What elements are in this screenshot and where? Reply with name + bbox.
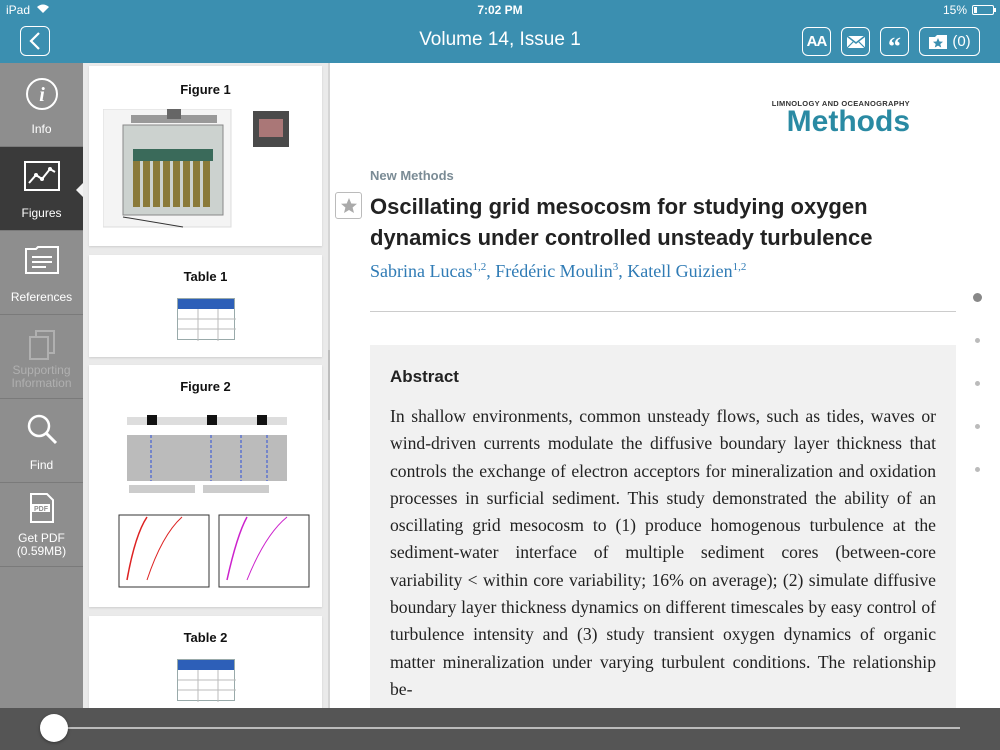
- favorite-button[interactable]: [335, 192, 362, 219]
- abstract-heading: Abstract: [390, 367, 459, 386]
- sidebar-item-label: Supporting Information: [11, 363, 72, 390]
- copy-icon: [28, 330, 55, 360]
- thumbnail-table-2[interactable]: Table 2: [89, 616, 322, 708]
- article-title: Oscillating grid mesocosm for studying o…: [370, 194, 873, 250]
- sidebar-item-get-pdf[interactable]: PDF Get PDF (0.59MB): [0, 483, 83, 567]
- search-icon: [27, 414, 57, 445]
- page-dot[interactable]: [975, 424, 980, 429]
- nav-bar: Volume 14, Issue 1 AA “ (0): [0, 20, 1000, 63]
- info-icon: i: [25, 78, 58, 110]
- scrubber-handle[interactable]: [40, 714, 68, 742]
- battery-fill: [974, 7, 977, 13]
- figure-2-image: [118, 415, 310, 588]
- page-scrubber: [0, 708, 1000, 750]
- sidebar-item-label: Get PDF (0.59MB): [16, 531, 67, 558]
- sidebar-item-label: References: [10, 290, 73, 304]
- sidebar: i Info Figures References Supporting Inf…: [0, 63, 83, 708]
- status-time: 7:02 PM: [477, 3, 523, 17]
- thumbnail-label: Figure 2: [180, 379, 231, 394]
- thumbnail-label: Figure 1: [180, 82, 231, 97]
- abstract-box: Abstract In shallow environments, common…: [370, 345, 956, 708]
- sidebar-item-references[interactable]: References: [0, 231, 83, 315]
- figure-1-image: [103, 109, 289, 228]
- thumbnail-figure-2[interactable]: Figure 2: [89, 365, 322, 607]
- divider-line: [370, 311, 956, 312]
- pdf-icon-label: PDF: [34, 506, 49, 513]
- sidebar-item-figures[interactable]: Figures: [0, 147, 83, 231]
- envelope-icon: [846, 34, 865, 48]
- chart-icon: [23, 161, 60, 191]
- quote-icon: “: [888, 31, 901, 61]
- table-icon: [177, 659, 236, 702]
- author-link[interactable]: Katell Guizien1,2: [627, 261, 746, 281]
- star-icon: [340, 197, 357, 213]
- table-icon: [177, 298, 236, 341]
- status-bar: iPad 7:02 PM 15%: [0, 0, 1000, 20]
- sidebar-item-label: Info: [31, 122, 52, 136]
- author-list: Sabrina Lucas1,2, Frédéric Moulin3, Kate…: [370, 261, 747, 281]
- saved-articles-button[interactable]: (0): [919, 27, 980, 56]
- journal-logo: Methods: [786, 105, 910, 138]
- thumbnail-table-1[interactable]: Table 1: [89, 255, 322, 357]
- page-dot[interactable]: [973, 293, 982, 302]
- thumbnail-figure-1[interactable]: Figure 1: [89, 66, 322, 246]
- article-view: LIMNOLOGY AND OCEANOGRAPHY Methods New M…: [330, 63, 1000, 708]
- author-link[interactable]: Sabrina Lucas1,2: [370, 261, 486, 281]
- email-button[interactable]: [841, 27, 870, 56]
- sidebar-item-label: Find: [29, 458, 54, 472]
- folder-star-icon: [929, 34, 948, 49]
- sidebar-item-label: Figures: [21, 206, 62, 220]
- text-size-button[interactable]: AA: [802, 27, 831, 56]
- sidebar-item-supporting-information: Supporting Information: [0, 315, 83, 399]
- abstract-text: In shallow environments, common unsteady…: [390, 406, 936, 699]
- scrubber-track[interactable]: [50, 727, 960, 729]
- cite-button[interactable]: “: [880, 27, 909, 59]
- sidebar-item-info[interactable]: i Info: [0, 63, 83, 147]
- thumbnail-label: Table 1: [183, 269, 228, 284]
- active-indicator: [76, 183, 83, 197]
- page-dot[interactable]: [975, 467, 980, 472]
- text-size-icon: AA: [806, 33, 828, 50]
- svg-text:i: i: [39, 84, 45, 106]
- battery-icon: [972, 5, 996, 15]
- sidebar-item-find[interactable]: Find: [0, 399, 83, 483]
- battery-percent: 15%: [942, 3, 967, 17]
- thumbnail-label: Table 2: [183, 630, 228, 645]
- folder-list-icon: [24, 246, 59, 274]
- page-dot[interactable]: [975, 338, 980, 343]
- pdf-icon: PDF: [29, 493, 54, 523]
- figures-panel: Figure 1 Table 1 Figure 2 Table 2: [83, 63, 328, 708]
- article-section: New Methods: [370, 168, 454, 183]
- page-dot[interactable]: [975, 381, 980, 386]
- author-link[interactable]: Frédéric Moulin3: [495, 261, 618, 281]
- saved-count: (0): [952, 33, 971, 50]
